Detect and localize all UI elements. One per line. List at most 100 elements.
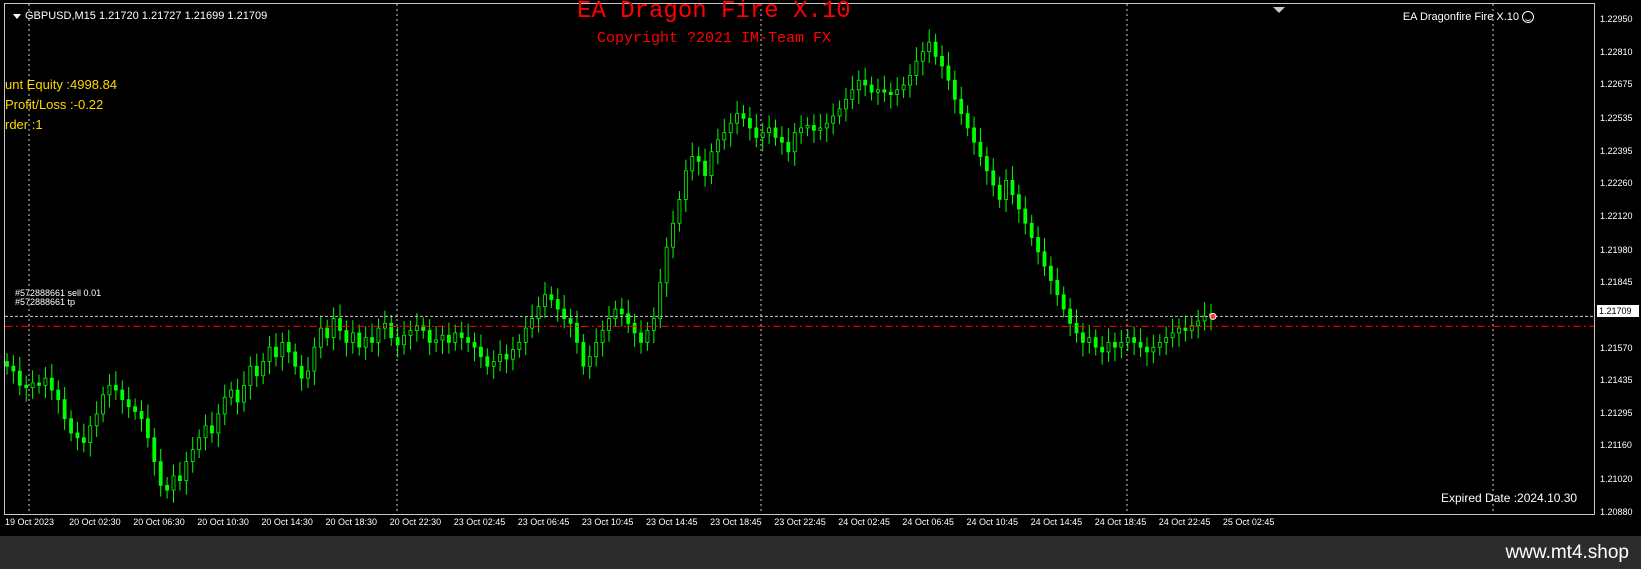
- candle-body: [754, 127, 759, 138]
- candle-body: [350, 332, 355, 343]
- candle-body: [408, 330, 413, 336]
- candle-body: [818, 127, 823, 131]
- candle: [773, 119, 778, 146]
- candle: [325, 319, 330, 346]
- candle-body: [741, 113, 746, 119]
- candle-body: [908, 75, 912, 86]
- candle-body: [69, 418, 73, 434]
- candle: [863, 67, 868, 97]
- candle: [101, 386, 105, 423]
- candle-body: [267, 346, 272, 362]
- candle-body: [395, 337, 400, 346]
- candle-body: [639, 332, 643, 343]
- candle: [1036, 226, 1040, 265]
- candle-body: [658, 282, 663, 319]
- price-axis-label: 1.21845: [1600, 277, 1633, 288]
- candle: [901, 76, 906, 99]
- candle: [933, 33, 938, 65]
- candle-body: [11, 365, 16, 372]
- candle-body: [767, 127, 772, 134]
- candle: [1100, 335, 1105, 365]
- price-chart[interactable]: [5, 4, 1594, 514]
- candle-body: [933, 41, 938, 57]
- candle: [619, 297, 624, 327]
- candle: [831, 103, 836, 135]
- expert-advisor-name[interactable]: EA Dragonfire Fire X.10: [1403, 11, 1534, 24]
- candle-body: [1010, 179, 1015, 196]
- candle-body: [491, 361, 496, 367]
- candle-body: [274, 346, 278, 358]
- candle-body: [703, 160, 707, 176]
- candle-body: [113, 384, 118, 391]
- candle: [613, 300, 618, 327]
- candle: [760, 122, 765, 152]
- candle-body: [517, 342, 522, 350]
- candle-body: [997, 184, 1002, 200]
- candle: [472, 332, 477, 362]
- candle-body: [651, 318, 656, 331]
- price-axis-label: 1.20880: [1600, 507, 1633, 517]
- candle: [197, 429, 202, 458]
- candle: [312, 337, 317, 386]
- candle: [805, 117, 810, 137]
- candle-body: [709, 151, 714, 176]
- candle: [703, 148, 707, 187]
- candle-body: [927, 41, 932, 53]
- candle: [491, 350, 496, 379]
- candle-body: [133, 406, 137, 412]
- candle: [434, 325, 438, 353]
- candle: [69, 410, 73, 442]
- time-axis-label: 23 Oct 02:45: [453, 517, 506, 527]
- candle-body: [402, 334, 406, 346]
- price-axis-label: 1.22260: [1600, 178, 1633, 189]
- candle: [575, 310, 579, 354]
- candle: [1042, 237, 1047, 276]
- candle: [382, 310, 387, 340]
- candle: [696, 146, 701, 176]
- candle-body: [920, 51, 925, 62]
- candle: [49, 364, 54, 400]
- candle: [248, 356, 253, 400]
- time-axis-label: 23 Oct 14:45: [646, 517, 698, 527]
- candle-body: [440, 334, 445, 341]
- candle: [728, 113, 733, 147]
- candle-body: [959, 98, 964, 115]
- candle-body: [1036, 237, 1040, 253]
- order-tp-label: #572888661 tp: [15, 297, 76, 307]
- candle-body: [94, 413, 99, 427]
- candle: [235, 378, 240, 415]
- candle: [1196, 309, 1201, 339]
- candle-body: [901, 84, 906, 91]
- price-axis-label: 1.22675: [1600, 79, 1633, 90]
- candle: [37, 374, 41, 394]
- collapse-triangle-icon[interactable]: [13, 13, 21, 19]
- trade-marker-icon: [1209, 312, 1217, 320]
- candle: [133, 398, 137, 420]
- candle: [824, 113, 829, 142]
- chart-window[interactable]: GBPUSD,M15 1.21720 1.21727 1.21699 1.217…: [4, 0, 1595, 515]
- candle-body: [850, 89, 855, 100]
- time-axis-label: 20 Oct 18:30: [325, 517, 378, 527]
- candle-body: [81, 437, 86, 443]
- candle-body: [991, 170, 996, 186]
- candle-body: [1164, 337, 1169, 343]
- candle: [5, 353, 9, 375]
- candle: [1170, 318, 1175, 348]
- chart-shift-marker-icon[interactable]: [1273, 7, 1285, 13]
- candle-body: [171, 475, 176, 491]
- candle-body: [581, 342, 586, 367]
- ea-title: EA Dragon Fire X.10: [577, 0, 851, 25]
- current-price-label: 1.21709: [1597, 305, 1639, 317]
- info-equity: unt Equity :4998.84: [5, 77, 118, 92]
- candle: [479, 334, 483, 368]
- candle: [184, 451, 189, 495]
- candle-body: [1029, 222, 1034, 238]
- candle: [350, 320, 355, 354]
- candle-body: [434, 339, 438, 343]
- candle-body: [1151, 346, 1156, 353]
- candle: [876, 78, 880, 105]
- candle-body: [619, 308, 624, 315]
- time-axis-label: 23 Oct 18:45: [710, 517, 762, 527]
- candle: [113, 371, 118, 400]
- candle: [927, 29, 932, 63]
